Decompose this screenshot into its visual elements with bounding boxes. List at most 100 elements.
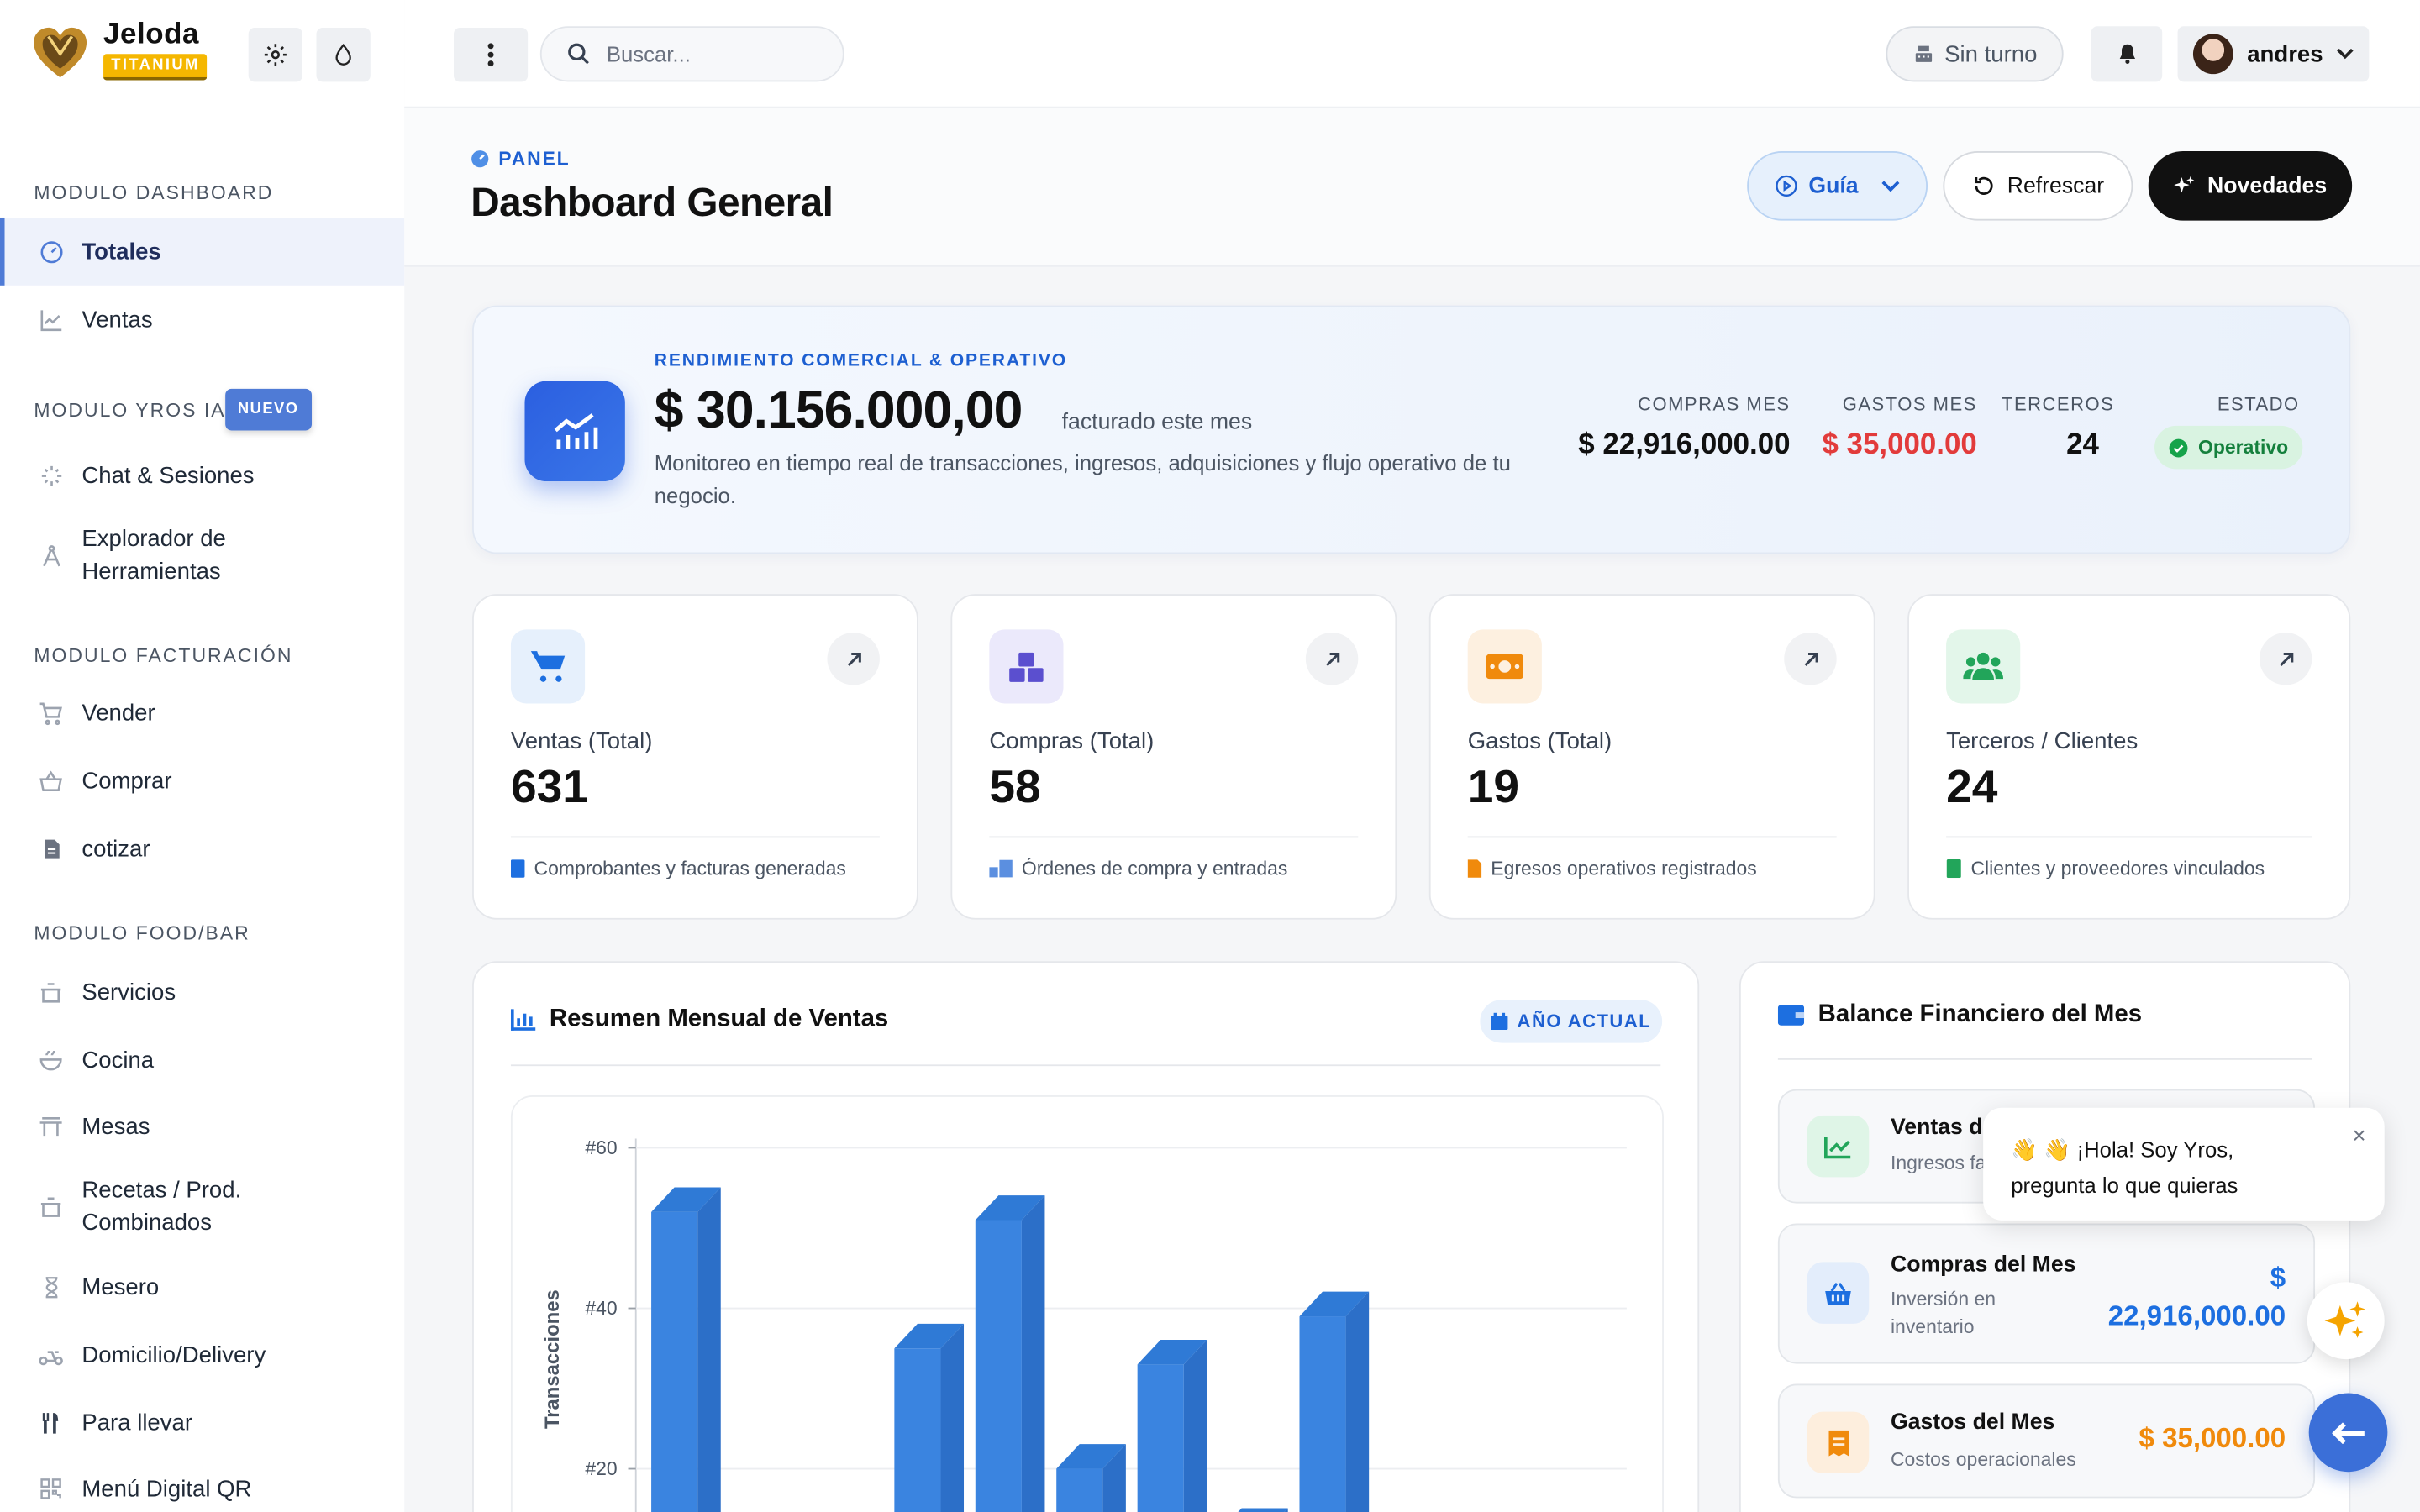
boxes-icon <box>989 629 1064 704</box>
card-footer: Comprobantes y facturas generadas <box>510 858 846 879</box>
refresh-button[interactable]: Refrescar <box>1943 150 2133 221</box>
sidebar-item-label: Mesero <box>82 1273 160 1300</box>
stat-value-terceros: 24 <box>2066 428 2099 462</box>
sidebar-item-label: Domicilio/Delivery <box>82 1341 266 1368</box>
receipt-icon <box>1807 1411 1870 1474</box>
sidebar-item-label: Explorador de Herramientas <box>82 526 226 585</box>
back-fab-button[interactable] <box>2308 1393 2388 1473</box>
sidebar-item-ventas[interactable]: Ventas <box>0 286 404 354</box>
wallet-icon <box>1777 1005 1805 1026</box>
arrow-up-right-icon[interactable] <box>1305 633 1359 685</box>
stat-card-compras[interactable]: Compras (Total) 58 Órdenes de compra y e… <box>950 594 1397 920</box>
card-label: Gastos (Total) <box>1467 727 1612 755</box>
guide-label: Guía <box>1808 173 1859 199</box>
search-box[interactable] <box>539 26 844 82</box>
sidebar-item-explorador[interactable]: Explorador de Herramientas <box>0 514 404 597</box>
balance-item-gastos[interactable]: Gastos del Mes Costos operacionales $ 35… <box>1777 1383 2316 1499</box>
sidebar-item-mesas[interactable]: Mesas <box>0 1092 404 1160</box>
cart-icon <box>37 699 65 727</box>
balance-item-sub: Inversión en inventario <box>1890 1288 1996 1338</box>
sparkle-icon <box>37 461 65 489</box>
stat-label-gastos: GASTOS MES <box>1842 393 1977 416</box>
chart-bar[interactable] <box>975 1195 1045 1512</box>
sidebar-item-para-llevar[interactable]: Para llevar <box>0 1389 404 1457</box>
stat-label-compras: COMPRAS MES <box>1638 393 1791 416</box>
gear-icon <box>264 44 287 66</box>
sidebar-item-comprar[interactable]: Comprar <box>0 747 404 815</box>
sidebar-item-totales[interactable]: Totales <box>0 217 405 286</box>
search-input[interactable] <box>606 41 823 66</box>
stat-value-compras: $ 22,916,000.00 <box>1578 428 1791 462</box>
notifications-button[interactable] <box>2091 26 2163 82</box>
sidebar-item-delivery[interactable]: Domicilio/Delivery <box>0 1320 404 1389</box>
balance-item-name: Gastos del Mes <box>1890 1410 2055 1436</box>
assistant-greeting-bubble[interactable]: 👋 👋 ¡Hola! Soy Yros, pregunta lo que qui… <box>1983 1107 2385 1221</box>
assistant-fab-button[interactable] <box>2307 1282 2385 1360</box>
chart-bar[interactable] <box>894 1323 965 1512</box>
section-title-facturacion: MODULO FACTURACIÓN <box>34 644 293 667</box>
year-badge-label: AÑO ACTUAL <box>1517 1011 1652 1032</box>
sidebar-item-cotizar[interactable]: cotizar <box>0 815 404 883</box>
line-chart-icon <box>37 306 65 333</box>
avatar <box>2192 34 2233 75</box>
news-button[interactable]: Novedades <box>2148 150 2353 221</box>
page-title: Dashboard General <box>471 179 834 226</box>
chart-bar[interactable] <box>651 1187 721 1512</box>
chart-bar[interactable] <box>1137 1339 1207 1512</box>
check-circle-icon <box>2170 438 2189 457</box>
search-icon <box>568 43 589 65</box>
menu-button[interactable] <box>453 28 529 82</box>
hourglass-icon <box>37 1273 65 1300</box>
dots-vertical-icon <box>487 43 494 67</box>
card-label: Compras (Total) <box>989 727 1155 755</box>
trend-chart-icon <box>524 381 625 482</box>
sidebar-item-menu-qr[interactable]: Menú Digital QR <box>0 1455 404 1512</box>
arrow-up-right-icon[interactable] <box>2259 633 2312 685</box>
chart-bar[interactable] <box>1218 1508 1288 1512</box>
hero-amount: $ 30.156.000,00 <box>654 381 1023 440</box>
card-value: 19 <box>1467 762 1520 813</box>
theme-button[interactable] <box>316 28 371 82</box>
balance-item-sub: Costos operacionales <box>1890 1448 2076 1471</box>
utensils-icon <box>37 1409 65 1436</box>
sidebar-item-vender[interactable]: Vender <box>0 679 404 747</box>
sidebar-item-cocina[interactable]: Cocina <box>0 1026 404 1094</box>
card-footer-text: Egresos operativos registrados <box>1491 858 1757 879</box>
card-value: 58 <box>989 762 1041 813</box>
sidebar-item-label: Servicios <box>82 979 176 1005</box>
sidebar-item-chat[interactable]: Chat & Sesiones <box>0 441 404 509</box>
droplet-icon <box>335 43 351 66</box>
arrow-up-right-icon[interactable] <box>1784 633 1837 685</box>
sidebar-item-mesero[interactable]: Mesero <box>0 1252 404 1320</box>
greeting-line-2: pregunta lo que quieras <box>2011 1172 2238 1198</box>
stat-card-gastos[interactable]: Gastos (Total) 19 Egresos operativos reg… <box>1428 594 1876 920</box>
sidebar-item-recetas[interactable]: Recetas / Prod. Combinados <box>0 1168 404 1245</box>
settings-button[interactable] <box>248 28 302 82</box>
stat-card-terceros[interactable]: Terceros / Clientes 24 Clientes y provee… <box>1907 594 2351 920</box>
table-icon <box>37 1112 65 1140</box>
section-title-dashboard: MODULO DASHBOARD <box>34 181 274 204</box>
calendar-icon <box>1491 1012 1508 1030</box>
card-value: 631 <box>510 762 588 813</box>
user-name: andres <box>2247 40 2323 67</box>
user-menu-button[interactable]: andres <box>2177 26 2370 82</box>
basket-icon <box>1807 1262 1870 1324</box>
shift-button[interactable]: Sin turno <box>1886 26 2064 82</box>
monthly-sales-card: Resumen Mensual de Ventas AÑO ACTUAL #60… <box>472 961 1700 1512</box>
page-header: PANEL Dashboard General Guía Refrescar N… <box>404 108 2420 267</box>
gauge-icon <box>471 150 489 168</box>
stat-card-ventas[interactable]: Ventas (Total) 631 Comprobantes y factur… <box>472 594 918 920</box>
chart-bar[interactable] <box>1299 1291 1370 1512</box>
bar-chart: #60 #40 #20 Transacciones <box>541 1137 1627 1512</box>
guide-button[interactable]: Guía <box>1747 150 1928 221</box>
balance-item-compras[interactable]: Compras del Mes Inversión en inventario … <box>1777 1223 2316 1364</box>
hero-amount-suffix: facturado este mes <box>1061 410 1253 435</box>
sparkles-icon <box>2174 176 2195 193</box>
arrow-up-right-icon[interactable] <box>827 633 880 685</box>
news-label: Novedades <box>2207 173 2328 199</box>
service-icon <box>37 978 65 1005</box>
chart-bar[interactable] <box>1056 1444 1126 1512</box>
qr-code-icon <box>37 1475 65 1503</box>
sidebar-item-servicios[interactable]: Servicios <box>0 958 404 1026</box>
close-icon[interactable]: × <box>2353 1123 2366 1149</box>
